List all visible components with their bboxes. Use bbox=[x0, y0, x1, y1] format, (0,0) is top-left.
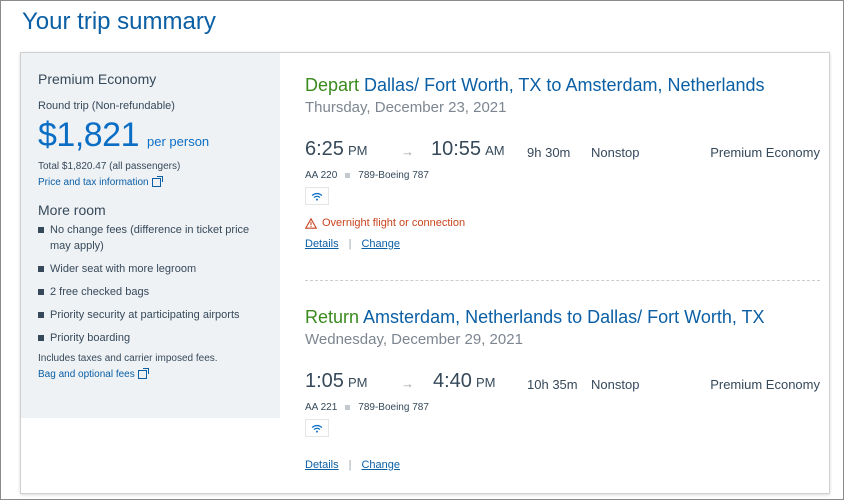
return-stops: Nonstop bbox=[591, 377, 640, 392]
depart-duration: 9h 30m bbox=[527, 145, 570, 160]
duration-minutes: 35m bbox=[552, 377, 578, 392]
time-ampm: AM bbox=[485, 143, 505, 158]
depart-arrival-time: 10:55 AM bbox=[431, 138, 505, 161]
flight-number: AA 221 bbox=[305, 402, 338, 413]
return-fare-class: Premium Economy bbox=[710, 377, 820, 392]
return-segment: Return Amsterdam, Netherlands to Dallas/… bbox=[305, 307, 820, 471]
price-tax-info-link[interactable]: Price and tax information bbox=[38, 176, 163, 188]
separator-icon bbox=[345, 173, 351, 178]
link-separator: | bbox=[348, 459, 352, 471]
depart-flight-info: AA 220 789-Boeing 787 bbox=[305, 170, 820, 181]
return-times-row: 1:05 PM → 4:40 PM 10h 35m Nonstop Premium … bbox=[305, 370, 820, 396]
return-details-link[interactable]: Details bbox=[305, 459, 339, 471]
depart-date: Thursday, December 23, 2021 bbox=[305, 99, 507, 116]
return-arrival-time: 4:40 PM bbox=[433, 370, 495, 393]
bag-fees-label: Bag and optional fees bbox=[38, 369, 135, 380]
price-row: $1,821 per person bbox=[38, 116, 280, 155]
separator-icon bbox=[345, 405, 351, 410]
bullet-icon bbox=[38, 227, 44, 233]
arrow-right-icon: → bbox=[401, 376, 414, 391]
depart-departure-time: 6:25 PM bbox=[305, 138, 367, 161]
duration-hours: 10h bbox=[527, 377, 549, 392]
cabin-name: Premium Economy bbox=[38, 71, 157, 87]
bullet-icon bbox=[38, 289, 44, 295]
perk-label: Wider seat with more legroom bbox=[50, 263, 197, 275]
bag-fees-link[interactable]: Bag and optional fees bbox=[38, 368, 149, 380]
perk-item: No change fees (difference in ticket pri… bbox=[38, 222, 253, 254]
warning-text: Overnight flight or connection bbox=[322, 217, 466, 229]
depart-direction-label: Depart bbox=[305, 75, 360, 95]
depart-fare-class: Premium Economy bbox=[710, 145, 820, 160]
time-ampm: PM bbox=[347, 143, 368, 158]
more-room-title: More room bbox=[38, 202, 106, 218]
return-links: Details | Change bbox=[305, 459, 820, 471]
depart-stops: Nonstop bbox=[591, 145, 640, 160]
perk-item: Wider seat with more legroom bbox=[38, 261, 253, 277]
time-value: 1:05 bbox=[305, 370, 344, 392]
return-direction-label: Return bbox=[305, 307, 360, 327]
depart-route: Dallas/ Fort Worth, TX to Amsterdam, Net… bbox=[364, 75, 765, 95]
overnight-warning: Overnight flight or connection bbox=[305, 217, 820, 229]
external-link-icon bbox=[137, 368, 149, 379]
return-duration: 10h 35m bbox=[527, 377, 578, 392]
wifi-icon bbox=[305, 419, 329, 437]
price-per-person: $1,821 bbox=[38, 116, 140, 154]
total-price: Total $1,820.47 (all passengers) bbox=[38, 161, 181, 172]
link-separator: | bbox=[348, 238, 352, 250]
perk-label: Priority security at participating airpo… bbox=[50, 309, 240, 321]
aircraft-type: 789-Boeing 787 bbox=[358, 402, 429, 413]
depart-title: Depart Dallas/ Fort Worth, TX to Amsterd… bbox=[305, 75, 820, 96]
wifi-icon bbox=[305, 187, 329, 205]
time-ampm: PM bbox=[347, 375, 368, 390]
flight-number: AA 220 bbox=[305, 170, 338, 181]
depart-times-row: 6:25 PM → 10:55 AM 9h 30m Nonstop Premium … bbox=[305, 138, 820, 164]
bullet-icon bbox=[38, 312, 44, 318]
segment-divider bbox=[305, 280, 820, 281]
duration-minutes: 30m bbox=[545, 145, 571, 160]
depart-details-link[interactable]: Details bbox=[305, 238, 339, 250]
perk-item: Priority boarding bbox=[38, 330, 253, 346]
depart-change-link[interactable]: Change bbox=[361, 238, 400, 250]
time-value: 6:25 bbox=[305, 138, 344, 160]
bullet-icon bbox=[38, 335, 44, 341]
perks-list: No change fees (difference in ticket pri… bbox=[38, 222, 280, 346]
return-date: Wednesday, December 29, 2021 bbox=[305, 331, 523, 348]
external-link-icon bbox=[151, 176, 163, 187]
return-route: Amsterdam, Netherlands to Dallas/ Fort W… bbox=[363, 307, 765, 327]
perk-label: Priority boarding bbox=[50, 332, 131, 344]
price-summary-panel: Premium Economy Round trip (Non-refundab… bbox=[21, 53, 280, 418]
arrow-right-icon: → bbox=[401, 144, 414, 159]
return-flight-info: AA 221 789-Boeing 787 bbox=[305, 402, 820, 413]
page-title: Your trip summary bbox=[22, 8, 216, 35]
duration-hours: 9h bbox=[527, 145, 542, 160]
price-tax-info-label: Price and tax information bbox=[38, 177, 149, 188]
warning-triangle-icon bbox=[305, 217, 317, 229]
time-ampm: PM bbox=[475, 375, 496, 390]
trip-summary-card: Premium Economy Round trip (Non-refundab… bbox=[20, 52, 830, 494]
return-title: Return Amsterdam, Netherlands to Dallas/… bbox=[305, 307, 820, 328]
includes-taxes-note: Includes taxes and carrier imposed fees. bbox=[38, 353, 218, 364]
perk-label: 2 free checked bags bbox=[50, 286, 150, 298]
time-value: 4:40 bbox=[433, 370, 472, 392]
return-departure-time: 1:05 PM bbox=[305, 370, 367, 393]
bullet-icon bbox=[38, 266, 44, 272]
return-change-link[interactable]: Change bbox=[361, 459, 400, 471]
time-value: 10:55 bbox=[431, 138, 482, 160]
depart-links: Details | Change bbox=[305, 238, 820, 250]
aircraft-type: 789-Boeing 787 bbox=[358, 170, 429, 181]
perk-item: Priority security at participating airpo… bbox=[38, 307, 253, 323]
perk-label: No change fees (difference in ticket pri… bbox=[50, 224, 250, 252]
perk-item: 2 free checked bags bbox=[38, 284, 253, 300]
depart-segment: Depart Dallas/ Fort Worth, TX to Amsterd… bbox=[305, 75, 820, 250]
trip-type: Round trip (Non-refundable) bbox=[38, 100, 175, 112]
per-person-label: per person bbox=[147, 134, 210, 149]
